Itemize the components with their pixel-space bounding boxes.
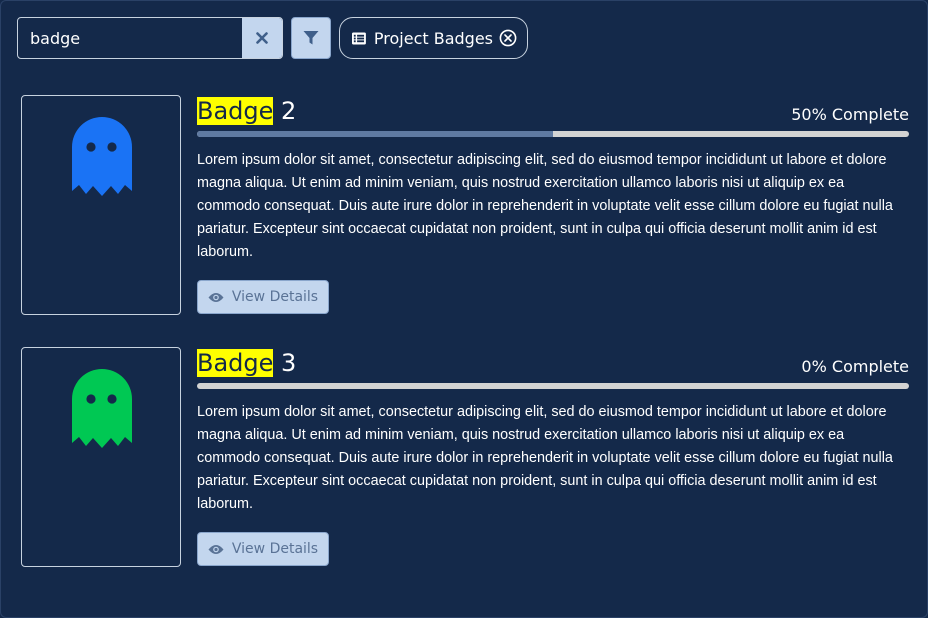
eye-icon bbox=[208, 292, 224, 302]
search-box bbox=[17, 17, 283, 59]
badge-description: Lorem ipsum dolor sit amet, consectetur … bbox=[197, 404, 893, 512]
view-details-label: View Details bbox=[231, 541, 319, 557]
view-details-button[interactable]: View Details bbox=[197, 280, 329, 314]
progress-bar bbox=[197, 383, 909, 389]
chip-remove-button[interactable] bbox=[499, 29, 517, 47]
progress-bar bbox=[197, 131, 909, 137]
ghost-body bbox=[72, 117, 132, 196]
circle-x-icon bbox=[499, 29, 517, 47]
badge-card: Badge 3 0% Complete Lorem ipsum dolor si… bbox=[21, 347, 909, 567]
badge-card: Badge 2 50% Complete Lorem ipsum dolor s… bbox=[21, 95, 909, 315]
ghost-icon bbox=[72, 369, 132, 448]
ghost-body bbox=[72, 369, 132, 448]
progress-fill bbox=[197, 131, 553, 137]
ghost-icon bbox=[72, 117, 132, 196]
chip-label: Project Badges bbox=[373, 28, 493, 48]
progress-label: 50% Complete bbox=[791, 105, 909, 124]
eye-icon bbox=[208, 544, 224, 554]
app-frame: Project Badges Badge 2 50% Complete Lore… bbox=[0, 0, 928, 618]
badge-thumbnail bbox=[21, 95, 181, 315]
project-badges-chip: Project Badges bbox=[339, 17, 528, 59]
badge-title: Badge 3 bbox=[197, 349, 296, 377]
progress-label: 0% Complete bbox=[801, 357, 909, 376]
search-input[interactable] bbox=[18, 18, 242, 58]
filter-button[interactable] bbox=[291, 17, 331, 59]
search-highlight: Badge bbox=[197, 97, 274, 125]
times-icon bbox=[256, 32, 268, 44]
search-highlight: Badge bbox=[197, 349, 274, 377]
view-details-button[interactable]: View Details bbox=[197, 532, 329, 566]
badge-description: Lorem ipsum dolor sit amet, consectetur … bbox=[197, 152, 893, 260]
view-details-label: View Details bbox=[231, 289, 319, 305]
badge-thumbnail bbox=[21, 347, 181, 567]
badge-title-rest: 3 bbox=[273, 349, 297, 377]
badge-title-rest: 2 bbox=[273, 97, 297, 125]
clear-search-button[interactable] bbox=[242, 18, 282, 58]
list-icon bbox=[352, 31, 366, 45]
badge-title: Badge 2 bbox=[197, 97, 296, 125]
filter-icon bbox=[303, 31, 319, 45]
